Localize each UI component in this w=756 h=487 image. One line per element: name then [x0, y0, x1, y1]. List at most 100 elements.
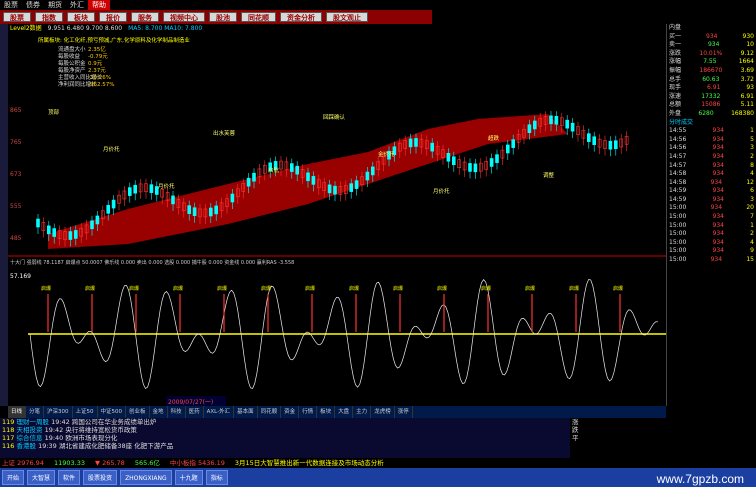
- task-6[interactable]: 指标: [205, 470, 228, 485]
- news-src: 综合信息: [16, 434, 45, 442]
- candle: [511, 139, 516, 148]
- tab-5[interactable]: 创业板: [126, 406, 150, 418]
- signal-label: 启爆: [481, 285, 491, 292]
- signal-label: 启爆: [41, 285, 51, 292]
- tab-10[interactable]: 基本面: [234, 406, 258, 418]
- quote-row: 涨幅 7.55 1664: [667, 58, 756, 67]
- toolbar-button[interactable]: 同花顺: [241, 12, 276, 22]
- tick-vol: 5: [750, 135, 754, 143]
- tick-price: 934: [712, 135, 724, 143]
- signal-label: 启爆: [569, 285, 579, 292]
- tab-8[interactable]: 医药: [186, 406, 204, 418]
- toolbar-button[interactable]: 报价: [99, 12, 127, 22]
- menu-item[interactable]: 债券: [22, 0, 44, 10]
- quote-title-label: 内盘: [669, 24, 682, 31]
- signal-label: 启爆: [305, 285, 315, 292]
- level2-label[interactable]: Level2数据: [10, 24, 42, 34]
- stock-info-value: 2.35亿: [88, 45, 106, 53]
- quote-value2: 168380: [731, 109, 754, 117]
- menu-item[interactable]: 期货: [44, 0, 66, 10]
- signal-label: 启爆: [85, 285, 95, 292]
- news-row[interactable]: 118 天相投资 19:42 央行将维持宽松货币政策: [0, 426, 570, 434]
- tick-row: 14:57 934 8: [667, 162, 756, 171]
- task-1[interactable]: 大智慧: [27, 470, 56, 485]
- news-right: 涨跌平: [570, 418, 756, 458]
- ticker-name: ▼: [94, 459, 103, 467]
- toolbar-button[interactable]: 服务: [131, 12, 159, 22]
- date-label: 2009/07/27(一): [168, 399, 213, 406]
- candle: [527, 124, 532, 134]
- tab-6[interactable]: 金地: [150, 406, 168, 418]
- task-0[interactable]: 开始: [2, 470, 25, 485]
- candle: [565, 119, 570, 129]
- task-5[interactable]: 十九题: [174, 470, 203, 485]
- toolbar-button[interactable]: 板块: [67, 12, 95, 22]
- tab-18[interactable]: 涨停: [395, 406, 413, 418]
- info-bar: Level2数据 9.951 6.480 9.700 8.600 MA5: 8.…: [8, 24, 432, 34]
- toolbar-button[interactable]: 视频中心: [163, 12, 205, 22]
- toolbar-button[interactable]: 股票: [3, 12, 31, 22]
- tick-time: 15:00: [669, 256, 687, 264]
- tab-1[interactable]: 分笔: [26, 406, 45, 418]
- candle: [495, 154, 499, 163]
- ticker-item: 11903.33: [54, 458, 85, 468]
- tab-11[interactable]: 同花顺: [258, 406, 282, 418]
- tick-time: 15:00: [669, 230, 687, 238]
- candle: [149, 184, 154, 193]
- tab-3[interactable]: 上证50: [73, 406, 98, 418]
- tab-17[interactable]: 龙虎榜: [371, 406, 395, 418]
- tick-vol: 6: [750, 187, 754, 195]
- task-2[interactable]: 软件: [58, 470, 81, 485]
- tab-14[interactable]: 板块: [317, 406, 336, 418]
- quote-value2: 6.91: [740, 92, 754, 100]
- tick-time: 14:56: [669, 144, 687, 152]
- candle: [52, 228, 57, 237]
- news-row[interactable]: 116 香港股 19:39 湖北省建成化肥储备38座 化肥下游产品: [0, 442, 570, 450]
- menu-item[interactable]: 外汇: [66, 0, 88, 10]
- ma-readout: MA5: 8.700 MA10: 7.800: [128, 25, 203, 32]
- price-label: 月价托: [433, 187, 450, 195]
- news-src: 香港股: [16, 442, 39, 450]
- news-row[interactable]: 119 理财一周股 19:42 跨国公司在华业务成绩单出炉: [0, 418, 570, 426]
- tick-vol: 4: [750, 238, 754, 246]
- price-label: 月价托: [103, 145, 120, 153]
- tick-time: 15:00: [669, 247, 687, 255]
- quote-value2: 1664: [738, 58, 754, 66]
- news-right-item: 平: [572, 434, 579, 442]
- menu-item[interactable]: 股票: [0, 0, 22, 10]
- price-label: 回踩确认: [323, 113, 346, 121]
- tab-15[interactable]: 大盘: [335, 406, 354, 418]
- stock-info-label: 每股收益: [58, 52, 81, 60]
- toolbar-button[interactable]: 股文观止: [326, 12, 368, 22]
- menu-item[interactable]: 帮助: [88, 0, 110, 10]
- news-row[interactable]: 117 综合信息 19:40 欧洲市场表现分化: [0, 434, 570, 442]
- quote-label: 振幅: [669, 66, 682, 74]
- tick-row: 15:00 934 7: [667, 213, 756, 222]
- tick-time: 15:00: [669, 238, 687, 246]
- stock-info-label: 每股公积金: [58, 59, 86, 67]
- toolbar-button[interactable]: 资金分析: [280, 12, 322, 22]
- stock-info-value: 0.9元: [88, 60, 103, 67]
- tab-2[interactable]: 沪深300: [44, 406, 73, 418]
- quote-value2: 93: [746, 84, 754, 92]
- tab-13[interactable]: 行情: [299, 406, 318, 418]
- tab-9[interactable]: AXL-外汇: [204, 406, 235, 418]
- signal-label: 启爆: [173, 285, 183, 292]
- toolbar-button[interactable]: 股池: [209, 12, 237, 22]
- tab-12[interactable]: 资金: [281, 406, 300, 418]
- news-num: 118: [2, 426, 17, 434]
- task-4[interactable]: ZHONGXIANG: [120, 470, 172, 485]
- toolbar-button[interactable]: 指数: [35, 12, 63, 22]
- candle: [68, 231, 73, 240]
- tab-16[interactable]: 主力: [353, 406, 372, 418]
- tab-7[interactable]: 科技: [168, 406, 186, 418]
- task-3[interactable]: 股票投资: [83, 470, 118, 485]
- tab-4[interactable]: 中证500: [98, 406, 127, 418]
- tab-0[interactable]: 日线: [8, 406, 27, 418]
- tick-price: 934: [712, 238, 724, 246]
- candle: [192, 207, 197, 217]
- candle: [451, 156, 456, 166]
- candle: [586, 133, 591, 142]
- kline-chart[interactable]: 所属板块: 化工化纤,预亏预减,广东,化学原料及化学制品制造业流通盘大小 2.35…: [8, 34, 666, 406]
- y-tick: 865: [10, 107, 22, 114]
